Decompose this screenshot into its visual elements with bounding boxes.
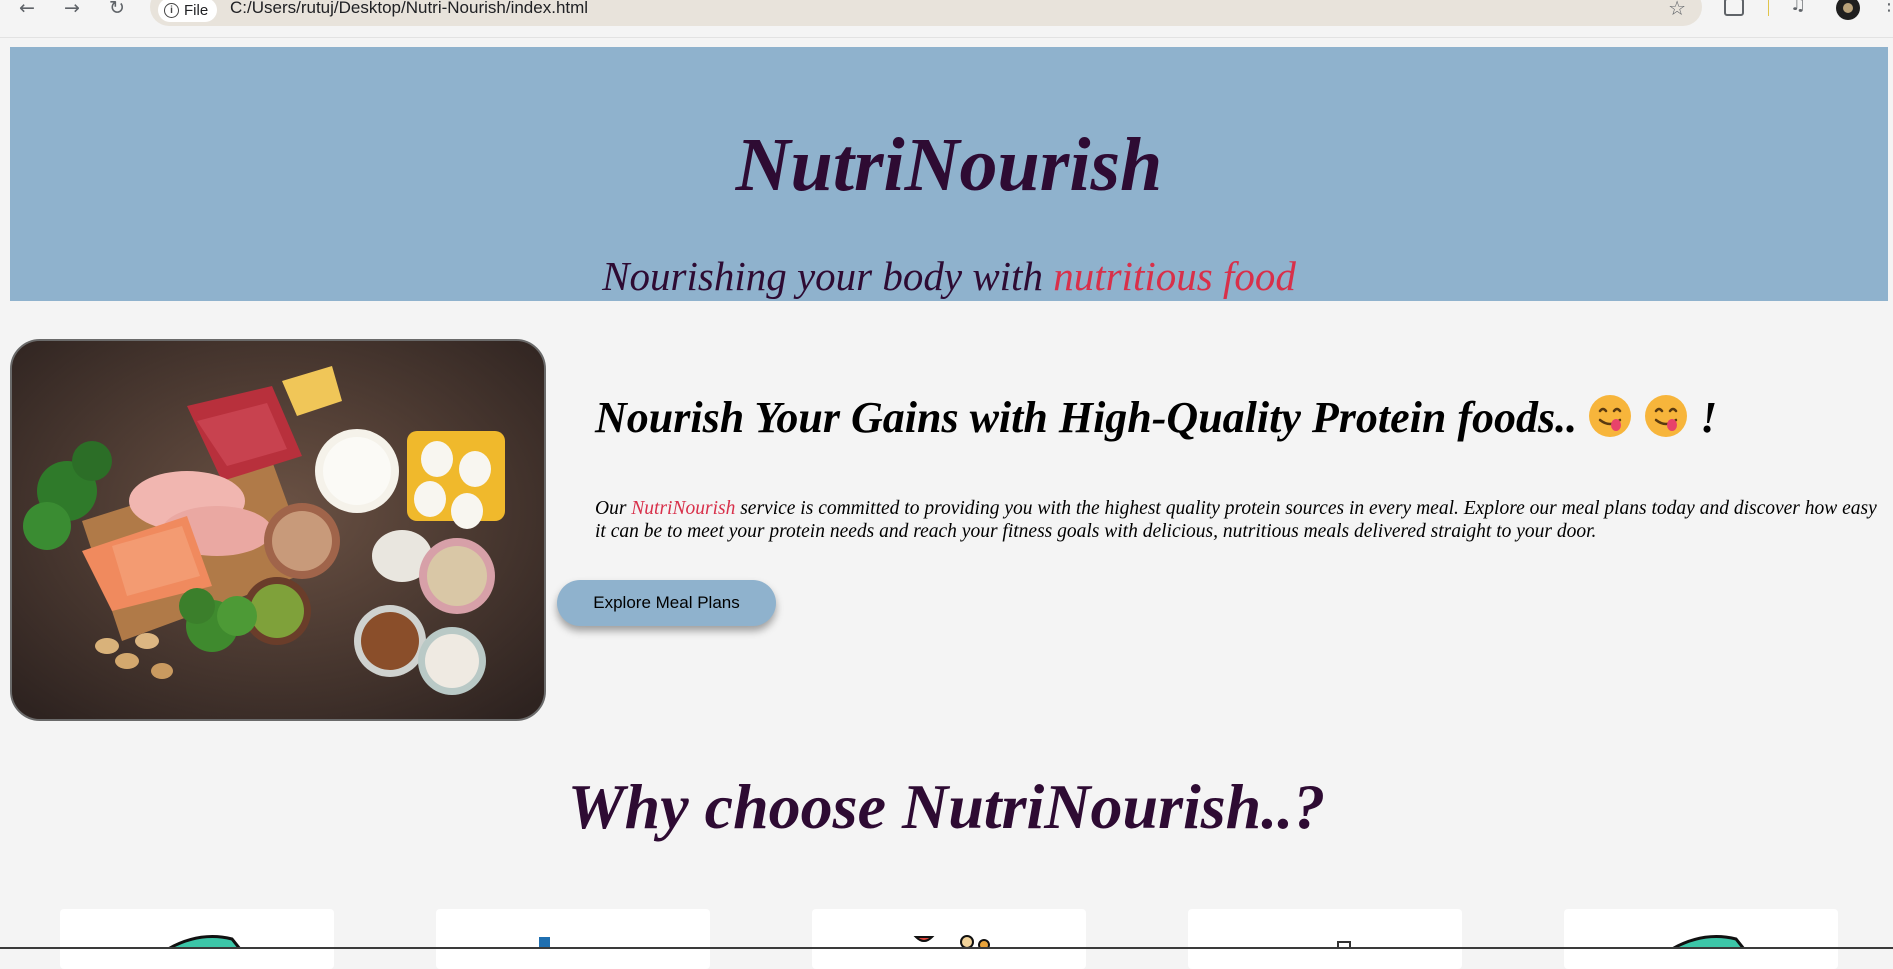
media-icon[interactable]: ♫ <box>1790 0 1806 15</box>
protein-foods-illustration <box>12 341 544 719</box>
back-arrow-icon[interactable]: ← <box>14 0 40 20</box>
turtle-icon <box>164 935 242 949</box>
protein-heading-suffix: ! <box>1700 393 1718 442</box>
reload-icon[interactable]: ↻ <box>104 0 130 20</box>
forward-arrow-icon[interactable]: → <box>59 0 85 20</box>
protein-heading: Nourish Your Gains with High-Quality Pro… <box>595 391 1885 445</box>
tagline-text: Nourishing your body with <box>602 253 1054 299</box>
turtle-icon <box>1668 935 1746 949</box>
extensions-icon[interactable] <box>1724 0 1744 16</box>
tagline: Nourishing your body with nutritious foo… <box>10 253 1888 299</box>
avatar[interactable] <box>1836 0 1860 20</box>
feature-card <box>812 909 1086 969</box>
header-banner: NutriNourish Nourishing your body with n… <box>10 47 1888 301</box>
site-title: NutriNourish <box>735 123 1163 207</box>
bottle-icon <box>539 937 550 949</box>
yum-face-emoji <box>1645 395 1688 437</box>
url-text[interactable]: C:/Users/rutuj/Desktop/Nutri-Nourish/ind… <box>230 0 588 18</box>
menu-dots-icon[interactable]: ⋮ <box>1880 0 1893 15</box>
intro-paragraph: Our NutriNourish service is committed to… <box>595 497 1880 543</box>
address-bar[interactable]: i File C:/Users/rutuj/Desktop/Nutri-Nour… <box>150 0 1702 26</box>
intro-brand-name: NutriNourish <box>631 498 736 519</box>
toolbar-divider <box>1768 0 1769 16</box>
food-icon <box>913 935 990 949</box>
protein-heading-text: Nourish Your Gains with High-Quality Pro… <box>595 393 1589 442</box>
site-chip-label: File <box>184 1 209 19</box>
feature-card <box>1564 909 1838 969</box>
feature-card <box>1188 909 1462 969</box>
info-icon: i <box>164 2 179 18</box>
jar-icon <box>1337 941 1351 949</box>
why-choose-heading: Why choose NutriNourish..? <box>567 771 1326 842</box>
feature-card <box>436 909 710 969</box>
feature-card <box>60 909 334 969</box>
yum-face-emoji <box>1589 395 1632 437</box>
tagline-highlight: nutritious food <box>1053 253 1296 299</box>
star-icon[interactable]: ☆ <box>1668 0 1686 18</box>
protein-foods-image <box>10 339 546 721</box>
site-info-chip[interactable]: i File <box>158 0 218 22</box>
browser-toolbar: ← → ↻ i File C:/Users/rutuj/Desktop/Nutr… <box>0 0 1893 38</box>
intro-paragraph-prefix: Our <box>595 498 632 519</box>
explore-meal-plans-button[interactable]: Explore Meal Plans <box>557 580 776 626</box>
intro-paragraph-body: service is committed to providing you wi… <box>595 498 1877 542</box>
